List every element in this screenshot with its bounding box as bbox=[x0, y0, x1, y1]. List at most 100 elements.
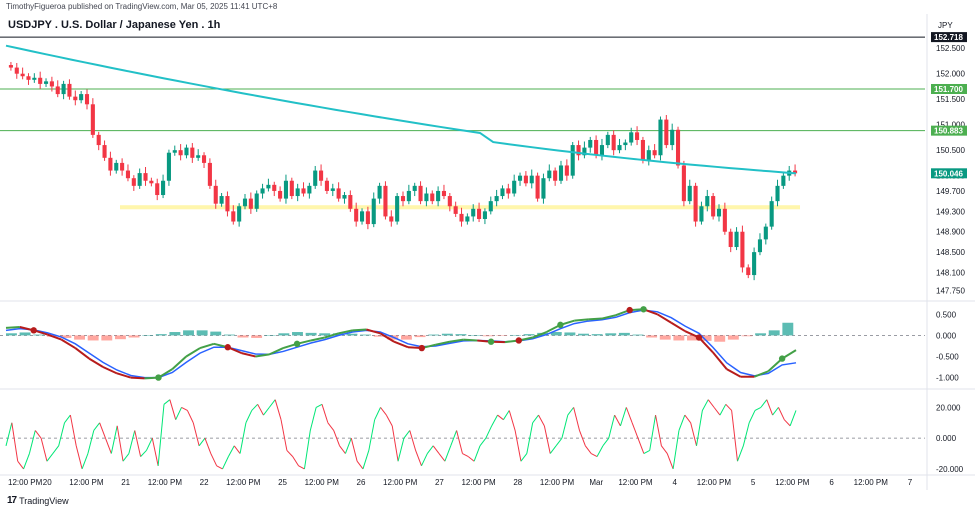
candle-body bbox=[471, 208, 476, 217]
osc-line-segment bbox=[672, 430, 680, 469]
osc-line-segment bbox=[5, 422, 13, 446]
candle-body bbox=[500, 188, 505, 197]
candle-body bbox=[383, 185, 388, 217]
tradingview-logo-icon: 17 bbox=[7, 495, 17, 506]
candle-body bbox=[67, 83, 72, 97]
candle-body bbox=[512, 180, 517, 194]
candle-body bbox=[570, 145, 575, 176]
candle-body bbox=[61, 83, 66, 95]
macd-histogram-bar bbox=[292, 332, 303, 336]
candle-body bbox=[588, 139, 593, 148]
candle-body bbox=[757, 239, 763, 253]
osc-line-segment bbox=[222, 456, 229, 470]
candle-body bbox=[354, 208, 359, 222]
candle-body bbox=[166, 152, 171, 181]
time-tick-label: 22 bbox=[200, 478, 209, 487]
candle-body bbox=[477, 208, 482, 219]
osc-line-segment bbox=[573, 407, 580, 431]
candle-body bbox=[529, 175, 534, 184]
osc-line-segment bbox=[122, 453, 130, 462]
chart-canvas[interactable]: 152.500152.000151.500151.000150.500150.0… bbox=[0, 0, 975, 511]
candle-body bbox=[79, 94, 84, 101]
time-tick-label: 12:00 PM bbox=[540, 478, 575, 487]
osc-line-segment bbox=[561, 414, 569, 439]
osc-line-segment bbox=[210, 453, 218, 467]
candle-body bbox=[90, 104, 95, 135]
candle-body bbox=[599, 145, 605, 156]
macd-histogram-bar bbox=[578, 333, 589, 336]
osc-line-segment bbox=[737, 445, 744, 462]
candle-body bbox=[611, 134, 616, 151]
candle-body bbox=[237, 206, 242, 222]
osc-line-segment bbox=[286, 450, 294, 457]
candle-body bbox=[635, 132, 640, 140]
candle-body bbox=[558, 165, 564, 181]
osc-line-segment bbox=[134, 430, 142, 457]
candle-body bbox=[395, 196, 400, 222]
time-tick-label: Mar bbox=[589, 478, 603, 487]
osc-line-segment bbox=[151, 438, 159, 466]
price-label-text: 151.700 bbox=[934, 85, 963, 94]
macd-histogram-bar bbox=[74, 335, 85, 340]
candle-body bbox=[161, 180, 166, 196]
time-tick-label: 27 bbox=[435, 478, 444, 487]
candle-body bbox=[716, 208, 722, 217]
osc-line-segment bbox=[520, 453, 528, 462]
osc-line-segment bbox=[426, 445, 434, 454]
candle-body bbox=[336, 188, 341, 199]
macd-histogram-bar bbox=[496, 335, 508, 336]
osc-line-segment bbox=[175, 407, 183, 420]
osc-line-segment bbox=[339, 445, 346, 454]
macd-cross-marker bbox=[155, 374, 162, 381]
candle-body bbox=[763, 226, 768, 240]
macd-tick-label: -0.500 bbox=[936, 352, 959, 361]
macd-histogram-bar bbox=[564, 332, 576, 336]
osc-line-segment bbox=[713, 407, 721, 416]
osc-line-segment bbox=[87, 430, 95, 454]
candle-body bbox=[734, 231, 739, 248]
macd-histogram-bar bbox=[659, 335, 671, 340]
osc-line-segment bbox=[421, 453, 428, 467]
osc-line-segment bbox=[485, 425, 493, 439]
osc-line-segment bbox=[11, 422, 19, 462]
osc-line-segment bbox=[34, 430, 42, 439]
macd-histogram-bar bbox=[101, 335, 113, 341]
candle-body bbox=[553, 170, 558, 181]
candle-body bbox=[26, 76, 31, 80]
price-tick-label: 148.100 bbox=[936, 269, 965, 278]
macd-cross-marker bbox=[557, 321, 564, 329]
macd-cross-marker bbox=[224, 344, 231, 351]
osc-line-segment bbox=[666, 453, 674, 470]
osc-line-segment bbox=[128, 430, 136, 454]
osc-line-segment bbox=[783, 419, 791, 427]
osc-line-segment bbox=[590, 453, 598, 458]
macd-histogram-bar bbox=[155, 334, 167, 336]
price-tick-label: 148.900 bbox=[936, 228, 965, 237]
osc-line-segment bbox=[625, 407, 633, 423]
candle-body bbox=[137, 173, 142, 186]
price-tick-label: 149.300 bbox=[936, 207, 965, 216]
osc-line-segment bbox=[766, 399, 774, 416]
osc-line-segment bbox=[303, 430, 311, 469]
macd-histogram-bar bbox=[441, 333, 453, 336]
candle-body bbox=[248, 198, 253, 209]
osc-line-segment bbox=[543, 425, 551, 454]
candle-body bbox=[330, 188, 335, 191]
candle-body bbox=[324, 180, 329, 191]
candle-body bbox=[348, 195, 353, 209]
osc-line-segment bbox=[99, 422, 106, 439]
time-tick-label: 20 bbox=[43, 478, 52, 487]
macd-histogram-bar bbox=[114, 335, 126, 340]
time-tick-label: 21 bbox=[121, 478, 130, 487]
tradingview-brand[interactable]: 17 TradingView bbox=[7, 495, 69, 506]
candle-body bbox=[213, 185, 218, 204]
candle-body bbox=[301, 188, 306, 194]
time-tick-label: 12:00 PM bbox=[697, 478, 732, 487]
macd-histogram-bar bbox=[469, 335, 480, 336]
macd-histogram-bar bbox=[305, 332, 317, 336]
candle-body bbox=[319, 170, 324, 181]
candle-body bbox=[605, 134, 610, 146]
candle-body bbox=[711, 196, 716, 217]
candle-body bbox=[32, 77, 37, 80]
candle-body bbox=[96, 134, 101, 146]
